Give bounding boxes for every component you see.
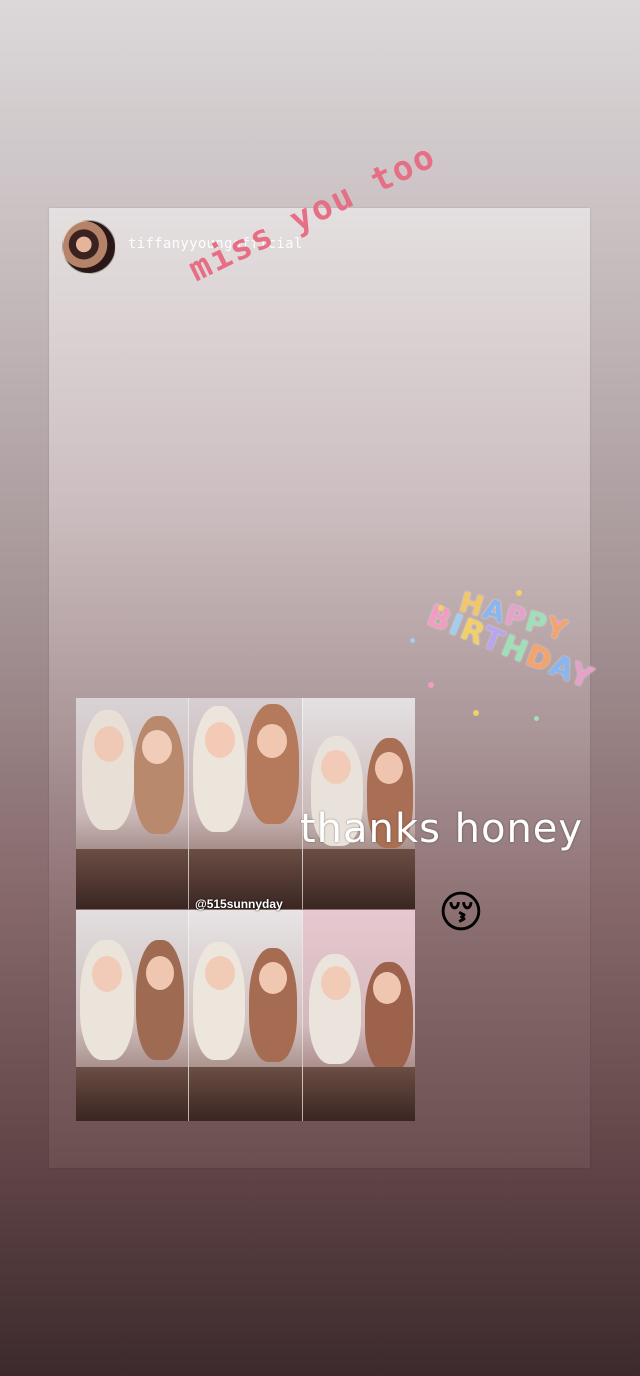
photo-cell (76, 910, 189, 1121)
confetti-dot (534, 716, 539, 721)
photo-cell (76, 698, 189, 909)
confetti-dot (410, 638, 415, 643)
photo-cell (301, 910, 415, 1121)
confetti-dot (560, 660, 565, 665)
thanks-honey-text-sticker: thanks honey (300, 806, 584, 852)
confetti-dot (556, 620, 561, 625)
photo-watermark: @515sunnyday (195, 897, 283, 911)
photo-row (76, 910, 415, 1121)
kissing-face-emoji-icon: 😚 (438, 887, 484, 938)
confetti-dot (473, 710, 479, 716)
photo-cell (301, 698, 415, 909)
happy-birthday-sticker: HAPPY BIRTHDAY (408, 585, 599, 721)
avatar[interactable] (62, 220, 116, 274)
confetti-dot (516, 590, 522, 596)
confetti-dot (438, 605, 444, 611)
photo-cell (188, 698, 302, 909)
photo-cell (188, 910, 302, 1121)
confetti-dot (428, 682, 434, 688)
photo-row (76, 698, 415, 909)
